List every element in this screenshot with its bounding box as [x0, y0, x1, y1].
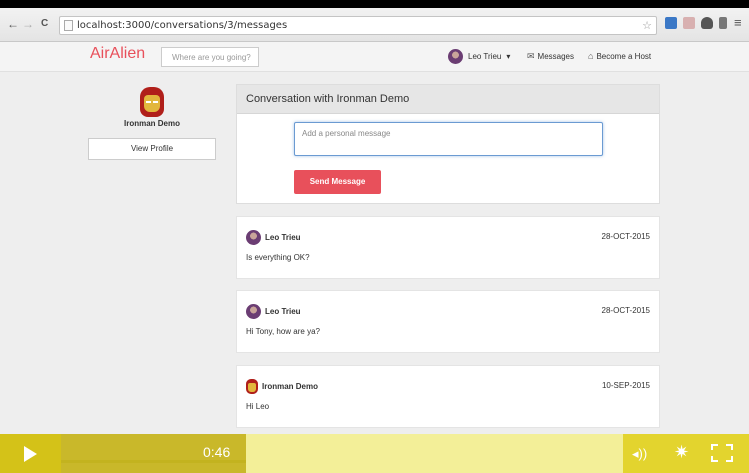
conversation-panel: Conversation with Ironman Demo Add a per…	[236, 84, 660, 204]
messages-link[interactable]: ✉ Messages	[527, 51, 574, 62]
message-body: Hi Tony, how are ya?	[246, 327, 320, 336]
author-name: Ironman Demo	[262, 382, 319, 391]
conversation-title: Conversation with Ironman Demo	[237, 85, 659, 114]
bookmark-star-icon[interactable]: ☆	[642, 19, 652, 32]
list-item: Leo Trieu 28-OCT-2015 Hi Tony, how are y…	[236, 290, 660, 353]
list-item: Leo Trieu 28-OCT-2015 Is everything OK?	[236, 216, 660, 279]
avatar	[246, 230, 261, 245]
url-text: localhost:3000/conversations/3/messages	[77, 20, 288, 31]
brand-logo[interactable]: AirAlien	[90, 45, 145, 63]
play-button[interactable]	[0, 434, 61, 473]
message-date: 28-OCT-2015	[601, 232, 650, 241]
playback-time: 0:46	[203, 444, 231, 460]
message-body: Hi Leo	[246, 402, 270, 411]
page-icon	[64, 20, 73, 31]
buffer-bar	[61, 460, 246, 463]
avatar	[140, 87, 164, 117]
extension-icon[interactable]	[665, 17, 677, 29]
author-name: Leo Trieu	[265, 307, 301, 316]
address-bar[interactable]: localhost:3000/conversations/3/messages …	[59, 16, 657, 35]
chevron-down-icon: ▾	[506, 52, 511, 61]
message-input[interactable]: Add a personal message	[294, 122, 603, 156]
avatar	[246, 304, 261, 319]
message-author: Leo Trieu	[246, 304, 301, 319]
reload-icon[interactable]: C	[41, 18, 48, 29]
app-navbar: AirAlien Where are you going? Leo Trieu …	[0, 42, 749, 72]
user-name: Leo Trieu	[468, 52, 502, 61]
fullscreen-icon[interactable]	[711, 444, 733, 462]
profile-sidebar: Ironman Demo View Profile	[88, 87, 216, 160]
view-profile-button[interactable]: View Profile	[88, 138, 216, 160]
send-message-button[interactable]: Send Message	[294, 170, 381, 194]
message-date: 10-SEP-2015	[601, 381, 650, 390]
search-input[interactable]: Where are you going?	[161, 47, 259, 67]
user-menu[interactable]: Leo Trieu ▾	[448, 49, 510, 64]
video-player-bar: 0:46 ◂)) ✷	[0, 434, 749, 473]
become-host-link[interactable]: ⌂ Become a Host	[588, 51, 651, 61]
message-author: Leo Trieu	[246, 230, 301, 245]
message-body: Is everything OK?	[246, 253, 310, 262]
avatar	[448, 49, 463, 64]
message-author: Ironman Demo	[246, 379, 318, 394]
pocket-icon[interactable]	[701, 17, 713, 29]
play-icon	[24, 446, 37, 462]
message-date: 28-OCT-2015	[601, 306, 650, 315]
profile-name: Ironman Demo	[123, 119, 180, 128]
forward-icon[interactable]: →	[22, 17, 34, 31]
avatar	[246, 379, 258, 394]
menu-icon[interactable]: ≡	[734, 15, 742, 30]
home-icon: ⌂	[588, 51, 594, 61]
messages-label: Messages	[537, 52, 575, 61]
envelope-icon: ✉	[527, 51, 535, 61]
page-content: Ironman Demo View Profile Conversation w…	[0, 72, 749, 434]
browser-chrome: ← → C localhost:3000/conversations/3/mes…	[0, 8, 749, 42]
volume-icon[interactable]: ◂))	[632, 446, 647, 462]
evernote-icon[interactable]	[719, 17, 727, 29]
settings-gear-icon[interactable]: ✷	[674, 442, 689, 463]
author-name: Leo Trieu	[265, 233, 301, 242]
download-icon[interactable]	[683, 17, 695, 29]
top-black-bar	[0, 0, 749, 8]
become-host-label: Become a Host	[596, 51, 652, 61]
list-item: Ironman Demo 10-SEP-2015 Hi Leo	[236, 365, 660, 428]
back-icon[interactable]: ←	[7, 17, 19, 31]
